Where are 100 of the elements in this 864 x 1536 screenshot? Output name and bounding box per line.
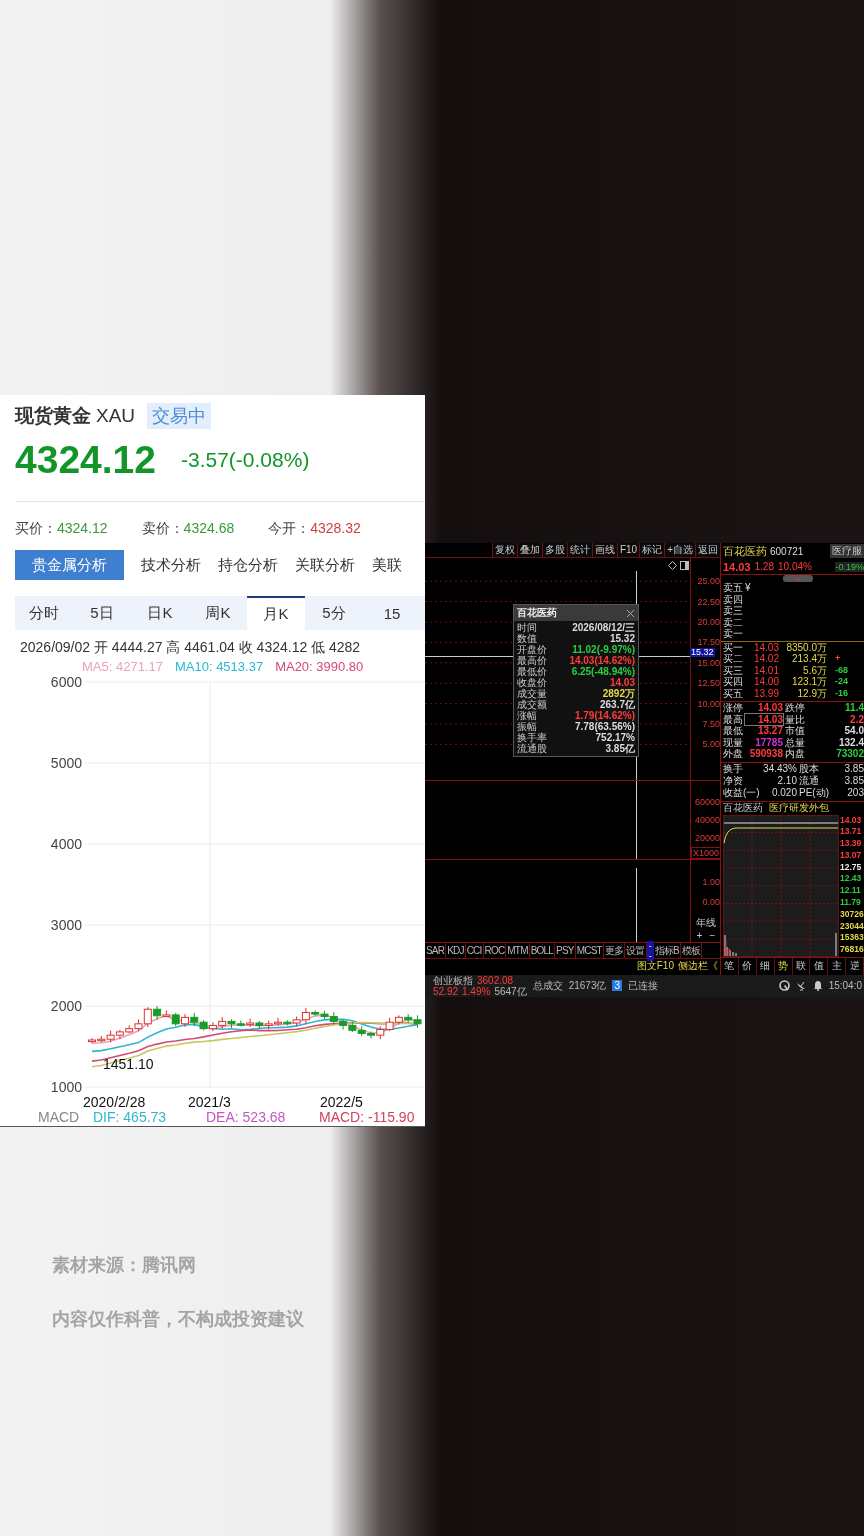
total-turnover-label: 总成交 <box>532 978 563 993</box>
macd-value: MACD: -115.90 <box>319 1109 415 1125</box>
period-tab[interactable]: 15 <box>363 596 421 630</box>
sidebar-link[interactable]: 图文F10 <box>634 959 676 972</box>
ask-level-label: 卖五 <box>723 582 744 594</box>
period-tab[interactable]: 周K <box>189 596 247 630</box>
period-tab[interactable]: 月K <box>247 596 305 630</box>
period-tab[interactable]: 5日 <box>73 596 131 630</box>
detail-tab[interactable]: 值 <box>810 957 829 975</box>
indicator-tab[interactable]: KDJ <box>446 943 466 958</box>
detail-tab[interactable]: 逆 <box>846 957 864 975</box>
quote-label: 今开： <box>268 520 311 536</box>
stat-label: 内盘 <box>785 748 806 760</box>
concept-tag[interactable]: 医疗研发外包 <box>769 801 829 815</box>
connection-status: 已连接 <box>628 978 658 993</box>
indicator-tab[interactable]: PSY <box>555 943 576 958</box>
toolbar-button[interactable]: 标记 <box>639 543 665 557</box>
candlestick <box>394 1014 403 1026</box>
sidebar-link[interactable]: 侧边栏《 <box>676 959 720 972</box>
candlestick <box>190 1012 199 1027</box>
price-axis-label: 15.00 <box>697 657 721 668</box>
panel-toggle-icon[interactable] <box>680 561 689 570</box>
zoom-button[interactable]: − <box>708 930 717 942</box>
stock-change-percent: 10.04% <box>778 561 812 572</box>
bid-volume: 12.9万 <box>796 687 827 699</box>
finance-value: 203 <box>846 786 864 799</box>
candlestick <box>208 1021 217 1032</box>
indicator-tab[interactable]: ROC <box>483 943 507 958</box>
candlestick <box>339 1018 348 1030</box>
detail-tab[interactable]: 细 <box>756 957 775 975</box>
candlestick <box>199 1019 208 1031</box>
bell-icon[interactable] <box>812 980 823 991</box>
detail-tab[interactable]: 联 <box>792 957 811 975</box>
toolbar-button[interactable]: F10 <box>616 543 640 557</box>
diamond-icon[interactable] <box>668 561 677 570</box>
volume-axis-label: 60000 <box>694 796 721 809</box>
macd-value: DIF: 465.73 <box>93 1109 167 1125</box>
tooltip-value: 11.02(-9.97%) <box>572 644 635 655</box>
close-icon[interactable] <box>626 608 635 618</box>
price-change: -3.57(-0.08%) <box>181 448 310 472</box>
period-tab[interactable]: 分时 <box>15 596 73 630</box>
tooltip-label: 振幅 <box>517 721 537 732</box>
candlestick <box>348 1021 357 1033</box>
indicator-tab[interactable]: 设置 <box>625 943 647 958</box>
y-axis-label: 4000 <box>50 836 82 852</box>
quote-label: 卖价： <box>141 520 184 536</box>
stat-value: 14.03 <box>745 713 783 725</box>
index-value: 3602.08 <box>477 974 514 986</box>
volume-axis-label: 40000 <box>694 814 721 827</box>
toolbar-button[interactable]: +自选 <box>664 543 695 557</box>
template-button[interactable]: 指标B <box>653 943 681 958</box>
tooltip-value: 7.78(63.56%) <box>574 721 635 732</box>
toolbar-button[interactable]: 返回 <box>695 543 720 557</box>
toolbar-button[interactable]: 画线 <box>591 543 617 557</box>
bid-volume: 5.6万 <box>802 664 827 676</box>
tooltip-label: 收盘价 <box>517 677 547 688</box>
analysis-tab[interactable]: 技术分析 <box>141 550 201 580</box>
stat-label: 跌停 <box>785 702 806 714</box>
indicator-tab[interactable]: SAR <box>425 943 447 958</box>
toolbar-button[interactable]: 多股 <box>541 543 567 557</box>
bid-volume: 8350.0万 <box>785 641 827 653</box>
satellite-dish-icon[interactable] <box>795 980 807 991</box>
period-tab[interactable]: 日K <box>131 596 189 630</box>
cursor-price-tag: 15.32 <box>690 648 715 657</box>
candlestick <box>413 1014 422 1029</box>
analysis-tab[interactable]: 关联分析 <box>295 550 355 580</box>
low-price-label: 1451.10 <box>103 1056 154 1072</box>
caret-icon[interactable] <box>782 575 813 582</box>
stat-label: 最低 <box>723 725 744 737</box>
toolbar-button[interactable]: 复权 <box>491 543 517 557</box>
zoom-button[interactable]: + <box>695 930 704 942</box>
indicator-tab[interactable]: BOLL <box>529 943 556 958</box>
tooltip-label: 换手率 <box>517 732 547 743</box>
swirl-icon[interactable] <box>778 980 790 991</box>
detail-tab[interactable]: 主 <box>828 957 847 975</box>
currency-symbol: ¥ <box>745 582 751 594</box>
bid-price: 14.02 <box>752 653 779 665</box>
detail-tab[interactable]: 笔 <box>721 957 739 975</box>
toolbar-button[interactable]: 统计 <box>566 543 592 557</box>
detail-tab[interactable]: 价 <box>738 957 757 975</box>
period-tab[interactable]: 5分 <box>305 596 363 630</box>
detail-tab[interactable]: 势 <box>774 957 793 975</box>
template-button[interactable]: 模板 <box>680 943 703 958</box>
indicator-tab[interactable]: 更多 <box>603 943 626 958</box>
stat-value: 13.27 <box>756 725 783 737</box>
stock-change: 1.28 <box>754 561 774 572</box>
price-axis-label: 25.00 <box>697 576 721 587</box>
sector-name[interactable]: 医疗服 <box>830 544 864 558</box>
stock-code: 600721 <box>770 545 804 557</box>
price-axis-label: 10.00 <box>697 698 721 709</box>
analysis-tab[interactable]: 美联 <box>372 550 402 580</box>
bid-volume-change: -24 <box>835 676 848 688</box>
mini-axis-label: 23044 <box>839 920 864 933</box>
toolbar-button[interactable]: 叠加 <box>516 543 542 557</box>
indicator-tab[interactable]: CCI <box>465 943 484 958</box>
analysis-tab[interactable]: 贵金属分析 <box>15 550 124 580</box>
finance-label: PE(动) <box>799 786 829 799</box>
analysis-tab[interactable]: 持仓分析 <box>218 550 278 580</box>
indicator-tab[interactable]: MCST <box>575 943 604 958</box>
indicator-tab[interactable]: MTM <box>506 943 530 958</box>
